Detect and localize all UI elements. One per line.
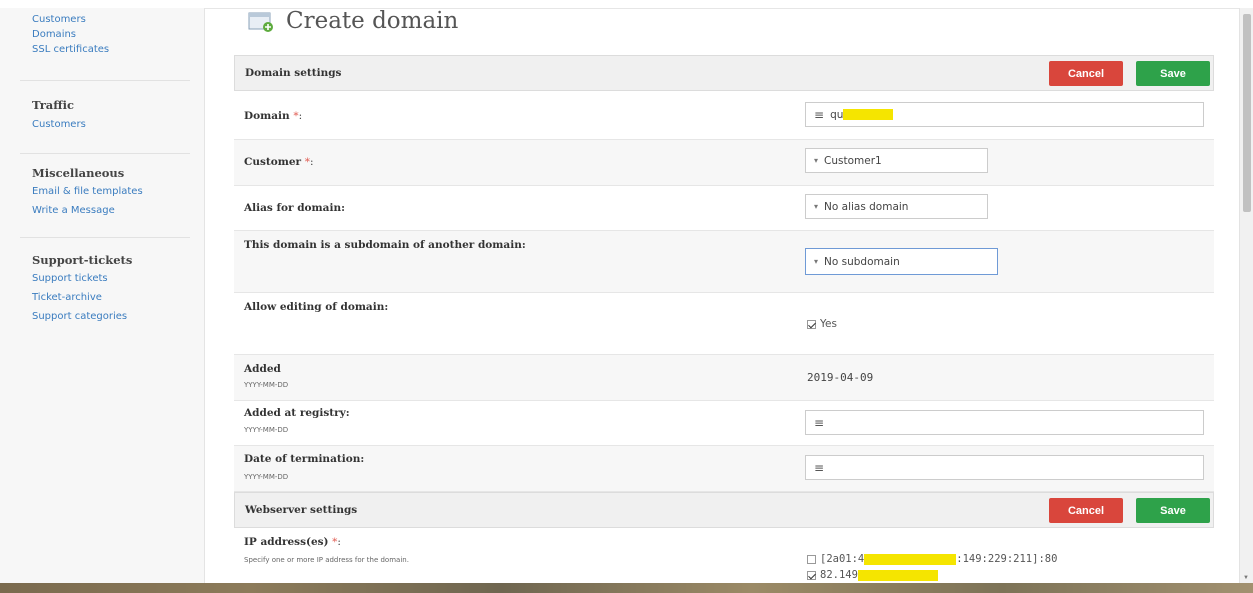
sidebar-link-write-message[interactable]: Write a Message — [32, 204, 115, 218]
added-row: Added YYYY-MM-DD 2019-04-09 — [234, 355, 1214, 401]
sidebar-link-support-tickets[interactable]: Support tickets — [32, 272, 108, 286]
cancel-button[interactable]: Cancel — [1049, 61, 1123, 86]
sidebar-link-ticket-archive[interactable]: Ticket-archive — [32, 291, 102, 305]
allow-editing-row: Allow editing of domain: Yes — [234, 293, 1214, 355]
alias-label: Alias for domain: — [244, 202, 345, 214]
sidebar-heading-support: Support-tickets — [32, 253, 133, 267]
sidebar-heading-misc: Miscellaneous — [32, 166, 125, 180]
caret-down-icon: ▾ — [814, 257, 819, 266]
webserver-settings-title: Webserver settings — [245, 504, 358, 516]
webserver-cancel-button[interactable]: Cancel — [1049, 498, 1123, 523]
sidebar-link-support-categories[interactable]: Support categories — [32, 310, 127, 324]
sidebar-link-email-templates[interactable]: Email & file templates — [32, 185, 143, 199]
sidebar-link-traffic-customers[interactable]: Customers — [32, 118, 86, 132]
vertical-scrollbar[interactable]: ▼ — [1239, 8, 1253, 583]
subdomain-select[interactable]: ▾ No subdomain — [805, 248, 998, 275]
sidebar-link-domains[interactable]: Domains — [32, 28, 76, 42]
alias-select-value: No alias domain — [824, 200, 909, 213]
ip-row: IP address(es) *: Specify one or more IP… — [234, 528, 1214, 583]
subdomain-row: This domain is a subdomain of another do… — [234, 231, 1214, 293]
domain-input[interactable]: ≡ qu — [805, 102, 1204, 127]
list-lines-icon: ≡ — [814, 415, 825, 430]
sidebar-heading-traffic: Traffic — [32, 98, 75, 112]
domain-input-value: qu — [830, 108, 844, 121]
domain-label: Domain *: — [244, 110, 303, 122]
ip-option-1-prefix: [2a01:4 — [820, 553, 865, 565]
sidebar-divider — [20, 80, 190, 81]
caret-down-icon: ▾ — [814, 156, 819, 165]
ip-option-2-prefix: 82.149 — [820, 569, 858, 581]
redaction-mark — [857, 569, 938, 581]
domain-settings-header: Domain settings Cancel Save — [234, 55, 1214, 91]
checkbox-unchecked[interactable] — [807, 554, 816, 564]
subdomain-select-value: No subdomain — [824, 255, 900, 268]
alias-row: Alias for domain: ▾ No alias domain — [234, 186, 1214, 231]
added-hint: YYYY-MM-DD — [244, 381, 289, 389]
scrollbar-thumb[interactable] — [1243, 14, 1251, 212]
sidebar-link-ssl-certificates[interactable]: SSL certificates — [32, 43, 109, 57]
ip-hint: Specify one or more IP address for the d… — [244, 556, 409, 564]
ip-option-2[interactable]: 82.149 — [807, 569, 938, 581]
added-label: Added — [244, 363, 281, 375]
webserver-save-button[interactable]: Save — [1136, 498, 1210, 523]
page-title: Create domain — [286, 8, 459, 34]
added-registry-input[interactable]: ≡ — [805, 410, 1204, 435]
redaction-mark — [864, 553, 957, 565]
ip-option-1-suffix: :149:229:211]:80 — [956, 553, 1058, 565]
domain-settings-title: Domain settings — [245, 67, 342, 79]
termination-hint: YYYY-MM-DD — [244, 473, 289, 481]
customer-label: Customer *: — [244, 156, 314, 168]
domain-create-icon — [248, 10, 274, 32]
sidebar-divider — [20, 153, 190, 154]
termination-row: Date of termination: YYYY-MM-DD ≡ — [234, 446, 1214, 492]
desktop-background-strip — [0, 583, 1253, 593]
added-registry-label: Added at registry: — [244, 407, 350, 419]
page-header: Create domain — [248, 4, 458, 38]
checkbox-checked[interactable] — [807, 319, 816, 329]
sidebar: Customers Domains SSL certificates Traff… — [0, 8, 205, 583]
added-value: 2019-04-09 — [807, 371, 874, 384]
domain-row: Domain *: ≡ qu — [234, 91, 1214, 140]
added-registry-hint: YYYY-MM-DD — [244, 426, 289, 434]
ip-label: IP address(es) *: — [244, 536, 341, 548]
sidebar-divider — [20, 237, 190, 238]
sidebar-link-customers[interactable]: Customers — [32, 13, 86, 27]
webserver-settings-header: Webserver settings Cancel Save — [234, 492, 1214, 528]
caret-down-icon: ▾ — [814, 202, 819, 211]
customer-select[interactable]: ▾ Customer1 — [805, 148, 988, 173]
subdomain-label: This domain is a subdomain of another do… — [244, 239, 526, 251]
list-lines-icon: ≡ — [814, 107, 825, 122]
scroll-down-arrow-icon[interactable]: ▼ — [1243, 575, 1249, 581]
added-registry-row: Added at registry: YYYY-MM-DD ≡ — [234, 401, 1214, 446]
allow-editing-label: Allow editing of domain: — [244, 301, 389, 313]
termination-label: Date of termination: — [244, 453, 365, 465]
ip-option-1[interactable]: [2a01:4 :149:229:211]:80 — [807, 553, 1057, 565]
checkbox-checked[interactable] — [807, 570, 816, 580]
customer-row: Customer *: ▾ Customer1 — [234, 140, 1214, 186]
allow-editing-checkbox[interactable]: Yes — [807, 318, 837, 330]
alias-select[interactable]: ▾ No alias domain — [805, 194, 988, 219]
list-lines-icon: ≡ — [814, 460, 825, 475]
redaction-mark — [843, 109, 894, 120]
customer-select-value: Customer1 — [824, 154, 882, 167]
save-button[interactable]: Save — [1136, 61, 1210, 86]
allow-editing-option: Yes — [820, 318, 837, 330]
termination-input[interactable]: ≡ — [805, 455, 1204, 480]
